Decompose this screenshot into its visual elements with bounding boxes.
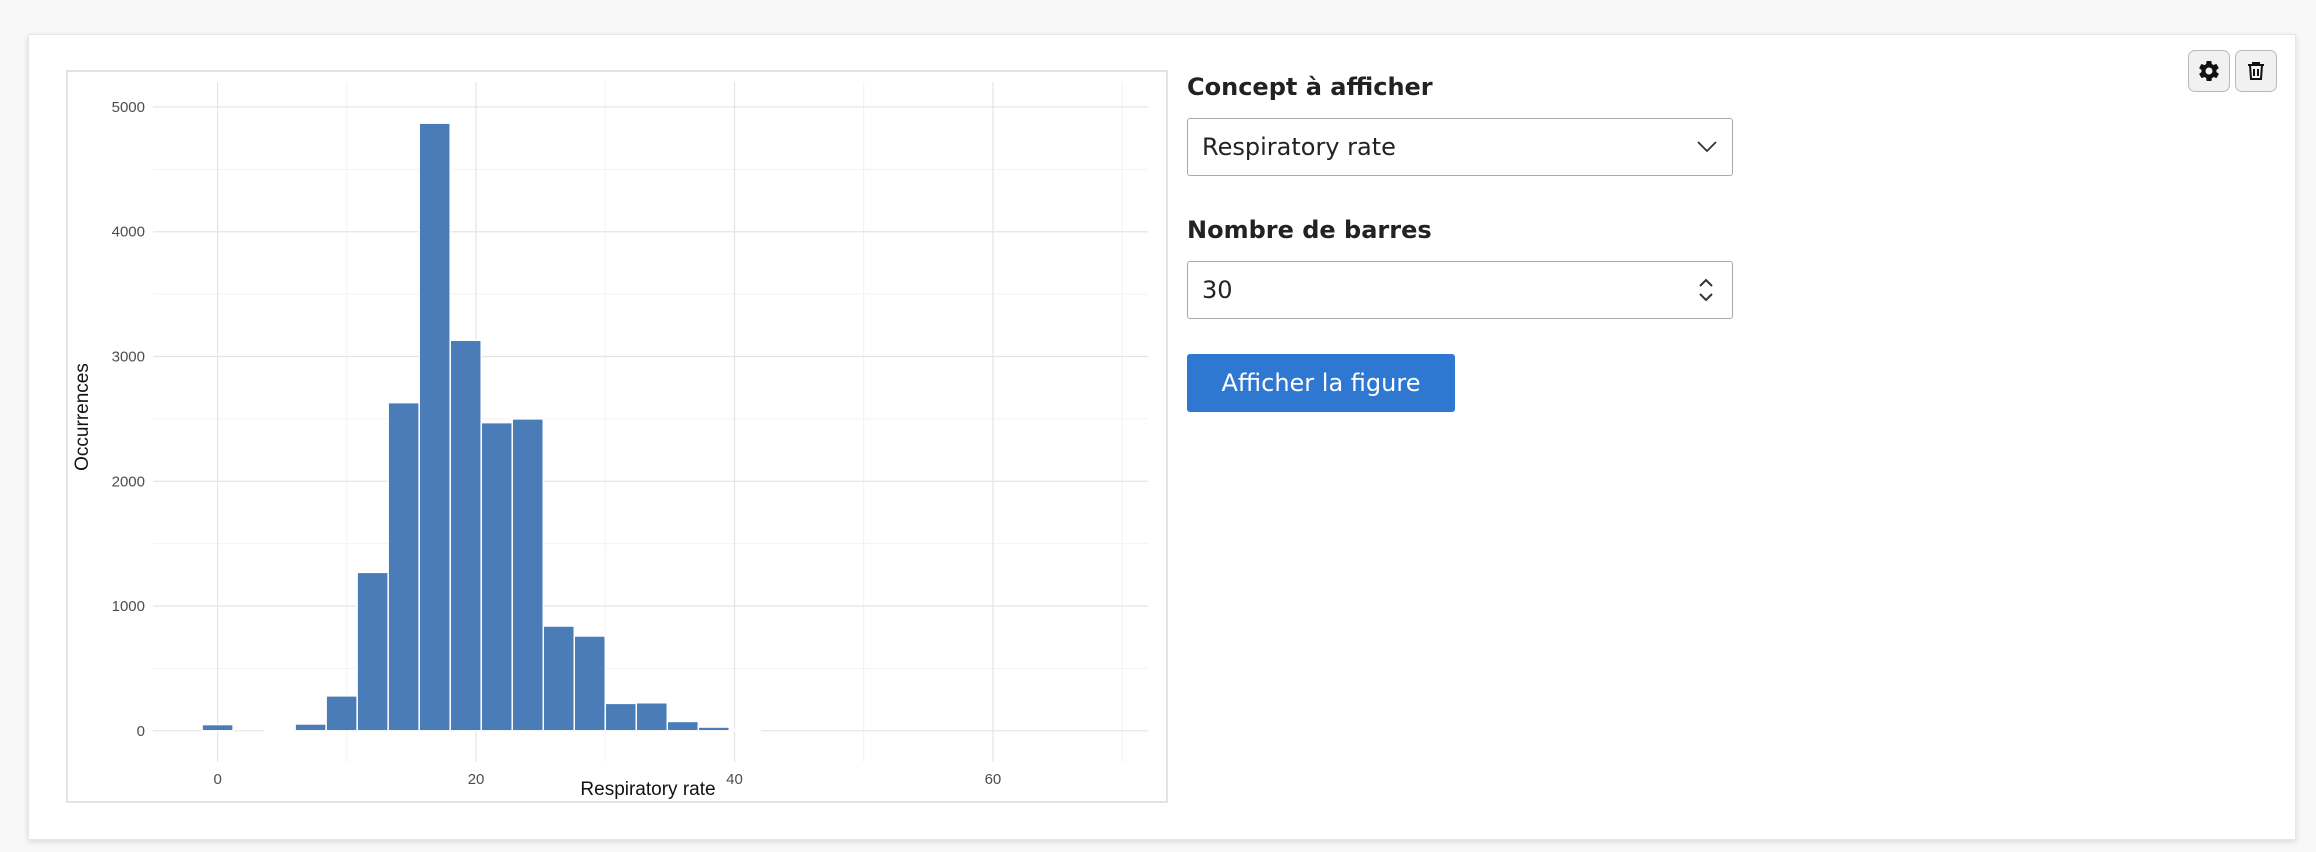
chevron-up-icon[interactable]: [1698, 278, 1714, 288]
histogram-bar: [418, 122, 451, 732]
histogram-bar: [728, 728, 762, 732]
concept-select-value: Respiratory rate: [1202, 132, 1396, 161]
y-tick-label: 2000: [112, 473, 145, 490]
bars-label: Nombre de barres: [1187, 215, 1432, 244]
figure-controls: Concept à afficher Respiratory rate Nomb…: [1187, 73, 1747, 412]
concept-select[interactable]: Respiratory rate: [1187, 117, 1733, 176]
histogram-chart: 0 20 40 60 0 1000 2000 3000 4000 5000 Respiratory…: [72, 82, 1148, 800]
chart-bars: [201, 122, 762, 732]
histogram-bar: [356, 571, 389, 732]
histogram-bar: [480, 421, 513, 732]
histogram-bar: [573, 635, 607, 732]
histogram-bar: [263, 728, 296, 732]
x-tick-label: 60: [985, 771, 1002, 788]
trash-icon: [2248, 62, 2264, 80]
chevron-down-icon: [1697, 141, 1717, 153]
bars-stepper[interactable]: [1698, 278, 1714, 302]
histogram-bar: [449, 339, 482, 732]
y-axis-label: Occurrences: [72, 363, 93, 471]
x-tick-label: 0: [213, 771, 221, 788]
histogram-card: 0 20 40 60 0 1000 2000 3000 4000 5000 Respiratory…: [28, 34, 2296, 840]
histogram-bar: [387, 401, 420, 732]
y-tick-label: 3000: [112, 348, 145, 365]
settings-button[interactable]: [2188, 50, 2230, 92]
y-tick-label: 0: [137, 723, 145, 740]
y-tick-label: 1000: [112, 598, 145, 615]
gear-icon: [2199, 60, 2219, 82]
x-tick-label: 20: [468, 771, 485, 788]
bars-input-value: 30: [1202, 275, 1233, 304]
bars-number-input[interactable]: 30: [1187, 260, 1733, 319]
card-actions: [2188, 50, 2277, 92]
histogram-bar: [325, 695, 358, 732]
x-tick-label: 40: [726, 771, 743, 788]
histogram-bar: [697, 726, 731, 732]
chevron-down-icon[interactable]: [1698, 292, 1714, 302]
show-figure-button[interactable]: Afficher la figure: [1187, 353, 1455, 412]
delete-button[interactable]: [2235, 50, 2277, 92]
histogram-bar: [201, 723, 234, 732]
histogram-plot: 0 20 40 60 0 1000 2000 3000 4000 5000 Respiratory…: [66, 70, 1168, 803]
histogram-bar: [542, 625, 576, 732]
y-tick-label: 5000: [112, 99, 145, 116]
histogram-bar: [635, 701, 669, 732]
histogram-bar: [511, 418, 544, 732]
x-axis-label: Respiratory rate: [580, 779, 715, 800]
histogram-bar: [294, 723, 327, 732]
histogram-bar: [666, 720, 700, 732]
chart-grid: [153, 82, 1148, 762]
histogram-bar: [604, 702, 638, 732]
y-tick-label: 4000: [112, 224, 145, 241]
concept-label: Concept à afficher: [1187, 73, 1433, 101]
